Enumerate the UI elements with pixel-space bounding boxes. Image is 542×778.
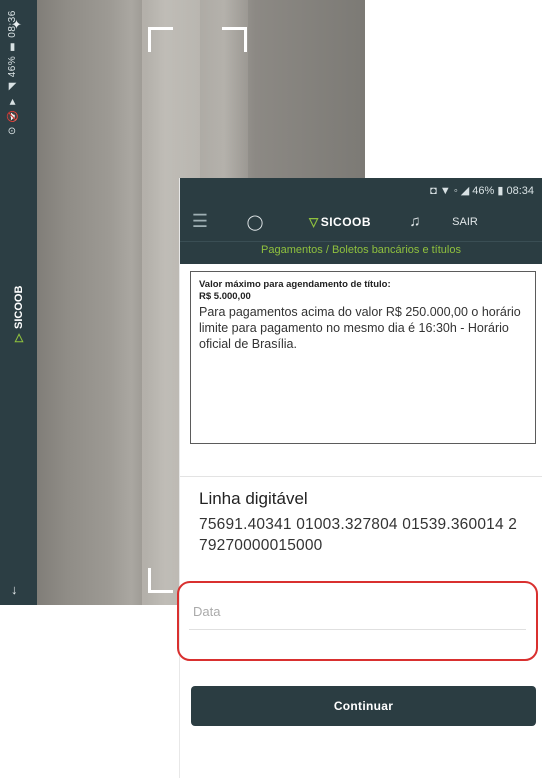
date-input-underline — [189, 629, 526, 630]
chat-icon[interactable]: ◯ — [220, 213, 290, 231]
notification-icon[interactable]: ♫ — [390, 213, 440, 230]
scan-frame-corner-top-left — [148, 27, 173, 52]
payment-form-screen: ◘ ▼ ◦ ◢ 46% ▮ 08:34 ☰ ◯ ▽ SICOOB ♫ SAIR P… — [177, 178, 542, 778]
date-field-highlight — [177, 581, 538, 661]
app-logo: ▽ SICOOB — [290, 215, 390, 229]
status-bar-text: ◘ ▼ ◦ ◢ 46% ▮ 08:34 — [430, 184, 534, 197]
linha-digitavel-value: 75691.40341 01003.327804 01539.360014 2 … — [199, 516, 518, 554]
sicoob-logo-icon: ▽ — [308, 214, 319, 229]
scan-frame-corner-top-right — [222, 27, 247, 52]
scanner-logo: ▽ SICOOB — [8, 265, 30, 345]
limit-value: R$ 5.000,00 — [199, 291, 251, 302]
scanner-logo-text: SICOOB — [13, 285, 25, 329]
menu-icon[interactable]: ☰ — [180, 211, 220, 232]
limit-message: Para pagamentos acima do valor R$ 250.00… — [199, 305, 521, 351]
breadcrumb: Pagamentos / Boletos bancários e títulos — [180, 241, 542, 264]
app-header: ☰ ◯ ▽ SICOOB ♫ SAIR — [180, 202, 542, 241]
arrow-down-icon[interactable]: ↓ — [11, 582, 18, 597]
status-bar: ◘ ▼ ◦ ◢ 46% ▮ 08:34 — [180, 178, 542, 202]
scheduling-info-box: Valor máximo para agendamento de título:… — [190, 271, 536, 444]
sicoob-logo-icon: ▽ — [13, 332, 26, 345]
date-input[interactable] — [191, 603, 495, 620]
rotated-status-bar: ⊙ 🔇 ▼ ◢ 46% ▮ 08:36 — [7, 10, 18, 135]
limit-title: Valor máximo para agendamento de título: — [199, 279, 391, 290]
continue-button[interactable]: Continuar — [191, 686, 536, 726]
scan-frame-corner-bottom-left — [148, 568, 173, 593]
logout-button[interactable]: SAIR — [440, 216, 490, 228]
app-logo-text: SICOOB — [320, 214, 372, 229]
linha-digitavel-label: Linha digitável — [199, 489, 308, 508]
linha-digitavel-section: Linha digitável 75691.40341 01003.327804… — [180, 476, 542, 587]
